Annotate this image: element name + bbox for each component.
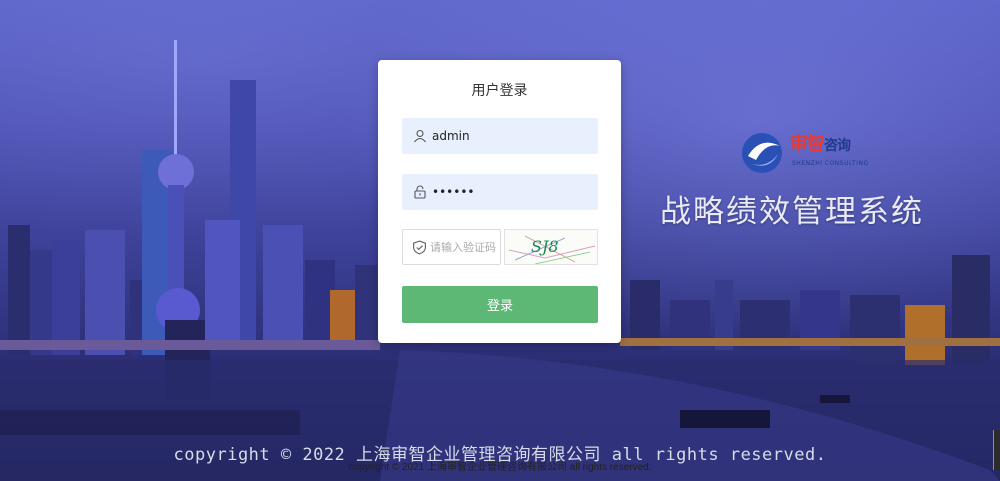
logo-english-text: SHENZHI CONSULTING (792, 160, 869, 167)
brand-logo: 审智咨询 SHENZHI CONSULTING (740, 130, 870, 176)
username-field[interactable] (402, 118, 598, 154)
username-input[interactable] (432, 129, 582, 143)
side-scroll-handle[interactable] (993, 430, 1000, 470)
captcha-text: SJ8 (531, 237, 559, 256)
password-input[interactable] (432, 185, 582, 199)
copyright-footer: copyright © 2021 上海审智企业管理咨询有限公司 all righ… (348, 462, 652, 473)
swirl-logo-icon (742, 133, 782, 173)
captcha-graphic: SJ8 (508, 235, 596, 264)
logo-chinese-text: 审智咨询 (790, 130, 851, 156)
captcha-input[interactable] (430, 240, 498, 254)
captcha-row: SJ8 (402, 229, 598, 265)
logo-text-red: 审智 (790, 134, 825, 155)
password-field[interactable] (402, 174, 598, 210)
user-icon (412, 128, 428, 144)
logo-text-blue: 咨询 (824, 138, 851, 154)
login-button[interactable]: 登录 (402, 286, 598, 323)
lock-icon (412, 184, 428, 200)
captcha-field[interactable] (402, 229, 501, 265)
shield-icon (412, 239, 428, 255)
captcha-image[interactable]: SJ8 (504, 229, 598, 265)
system-title: 战略绩效管理系统 (660, 194, 924, 230)
login-title: 用户登录 (471, 83, 528, 99)
login-panel: 用户登录 SJ8 登录 (378, 60, 621, 343)
